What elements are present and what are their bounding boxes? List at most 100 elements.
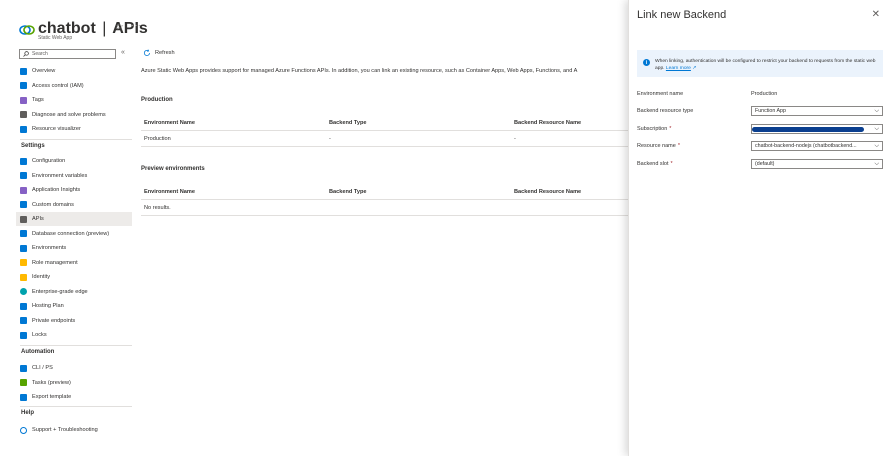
sidebar-item-label: Support + Troubleshooting xyxy=(32,427,98,433)
subscription-dropdown[interactable]: ⌵ xyxy=(751,124,883,134)
sidebar-item-database-connection-preview[interactable]: Database connection (preview) xyxy=(16,227,132,241)
chevron-down-icon: ⌵ xyxy=(874,143,879,149)
ellipsis-icon[interactable]: ··· xyxy=(131,20,141,31)
sidebar-item-label: Diagnose and solve problems xyxy=(32,111,106,118)
column-header: Environment Name xyxy=(144,120,195,126)
dropdown-value: chatbot-backend-nodejs (chatbotbackend..… xyxy=(755,143,857,149)
apis-description: Azure Static Web Apps provides support f… xyxy=(141,68,578,74)
environment-icon xyxy=(20,244,27,252)
backend-resource-type-label: Backend resource type xyxy=(637,108,694,114)
external-link-icon: ↗ xyxy=(690,66,697,71)
api-icon xyxy=(20,215,27,223)
required-marker: * xyxy=(670,161,673,167)
collapse-sidebar-icon[interactable]: « xyxy=(121,49,125,56)
sidebar-item-label: CLI / PS xyxy=(32,365,53,371)
column-header: Environment Name xyxy=(144,189,195,195)
label-text: Backend slot xyxy=(637,161,669,167)
dropdown-value: Function App xyxy=(755,108,786,114)
sidebar-item-private-endpoints[interactable]: Private endpoints xyxy=(16,314,132,328)
nav-section-title: Settings xyxy=(21,143,45,149)
sidebar-item-label: Export template xyxy=(32,394,72,400)
sidebar-search-input[interactable]: Search xyxy=(19,49,116,59)
lock-icon xyxy=(20,331,27,339)
export-icon xyxy=(20,393,27,401)
resource-name-label: Resource name * xyxy=(637,143,680,149)
chevron-down-icon: ⌵ xyxy=(874,161,879,167)
backend-slot-row: Backend slot * (default) ⌵ xyxy=(637,159,887,171)
label-text: Subscription xyxy=(637,126,668,132)
help-icon xyxy=(20,426,27,434)
key-icon xyxy=(20,259,27,266)
sidebar-item-enterprise-grade-edge[interactable]: Enterprise-grade edge xyxy=(16,285,132,299)
sidebar-item-label: Custom domains xyxy=(32,201,74,208)
resource-type: Static Web App xyxy=(38,35,73,41)
sidebar-item-label: APIs xyxy=(32,216,44,222)
edit-icon xyxy=(20,302,27,310)
backend-resource-type-dropdown[interactable]: Function App ⌵ xyxy=(751,106,883,116)
sidebar-item-label: Configuration xyxy=(32,158,66,164)
network-icon xyxy=(20,125,27,133)
people-icon xyxy=(20,82,27,89)
chevron-down-icon: ⌵ xyxy=(874,126,879,132)
no-results-text: No results. xyxy=(144,205,171,211)
bulb-icon xyxy=(20,186,27,194)
sidebar-item-label: Overview xyxy=(32,68,56,74)
refresh-icon xyxy=(143,49,150,56)
sidebar-item-role-management[interactable]: Role management xyxy=(16,256,132,270)
sidebar-item-label: Access control (IAM) xyxy=(32,82,84,89)
sidebar-item-label: Private endpoints xyxy=(32,317,76,324)
sidebar-item-apis[interactable]: APIs xyxy=(16,212,132,226)
sidebar-item-label: Role management xyxy=(32,259,78,266)
sidebar-item-application-insights[interactable]: Application Insights xyxy=(16,183,132,197)
nav-section-title: Help xyxy=(21,410,35,416)
sidebar-item-label: Tasks (preview) xyxy=(32,379,71,386)
refresh-button[interactable]: Refresh xyxy=(143,49,175,57)
sidebar-item-access-control-iam[interactable]: Access control (IAM) xyxy=(16,79,132,93)
required-marker: * xyxy=(677,143,680,149)
backend-resource-type-row: Backend resource type Function App ⌵ xyxy=(637,106,887,118)
sidebar-item-tasks-preview[interactable]: Tasks (preview) xyxy=(16,376,132,390)
sidebar-item-tags[interactable]: Tags xyxy=(16,93,132,107)
nav-divider xyxy=(20,345,132,346)
info-banner: i When linking, authentication will be c… xyxy=(637,50,883,77)
redaction-mark xyxy=(752,127,864,132)
empty-row: No results. xyxy=(141,200,628,216)
sidebar-item-environments[interactable]: Environments xyxy=(16,241,132,255)
sidebar-item-custom-domains[interactable]: Custom domains xyxy=(16,198,132,212)
sidebar-item-label: Application Insights xyxy=(32,187,81,193)
table-header-row: Environment Name Backend Type Backend Re… xyxy=(141,115,628,131)
info-text: When linking, authentication will be con… xyxy=(655,58,877,72)
domain-icon xyxy=(20,201,27,208)
sidebar-item-configuration[interactable]: Configuration xyxy=(16,154,132,168)
production-section-title: Production xyxy=(141,97,173,103)
label-text: Resource name xyxy=(637,143,676,149)
environment-name-value: Production xyxy=(751,91,778,97)
sidebar-item-support-troubleshooting[interactable]: Support + Troubleshooting xyxy=(16,423,132,437)
sidebar-item-label: Environments xyxy=(32,245,67,251)
sidebar-item-label: Enterprise-grade edge xyxy=(32,288,88,295)
sidebar-item-export-template[interactable]: Export template xyxy=(16,390,132,404)
close-icon[interactable]: ✕ xyxy=(872,9,880,20)
column-header: Backend Type xyxy=(329,189,367,195)
sidebar-item-hosting-plan[interactable]: Hosting Plan xyxy=(16,299,132,313)
tag-icon xyxy=(20,96,27,104)
sidebar-item-label: Tags xyxy=(32,97,44,103)
sidebar-item-environment-variables[interactable]: Environment variables xyxy=(16,169,132,183)
sidebar-item-diagnose-and-solve-problems[interactable]: Diagnose and solve problems xyxy=(16,108,132,122)
sidebar-item-locks[interactable]: Locks xyxy=(16,328,132,342)
table-row[interactable]: Production - - xyxy=(141,131,628,147)
sidebar-item-overview[interactable]: Overview xyxy=(16,64,132,78)
link-backend-blade: Link new Backend ✕ i When linking, authe… xyxy=(628,0,896,456)
sidebar-item-label: Environment variables xyxy=(32,172,88,179)
backend-slot-dropdown[interactable]: (default) ⌵ xyxy=(751,159,883,169)
sidebar-item-cli-ps[interactable]: CLI / PS xyxy=(16,361,132,375)
star-icon[interactable]: ☆ xyxy=(115,22,124,33)
resource-name-dropdown[interactable]: chatbot-backend-nodejs (chatbotbackend..… xyxy=(751,141,883,151)
page-header: chatbot | APIs Static Web App ☆ ··· xyxy=(0,0,628,46)
sidebar-item-identity[interactable]: Identity xyxy=(16,270,132,284)
learn-more-link[interactable]: Learn more xyxy=(666,66,691,71)
backend-type-cell: - xyxy=(329,136,331,142)
column-header: Backend Resource Name xyxy=(514,189,582,195)
sidebar-item-resource-visualizer[interactable]: Resource visualizer xyxy=(16,122,132,136)
overview-icon xyxy=(20,67,27,75)
